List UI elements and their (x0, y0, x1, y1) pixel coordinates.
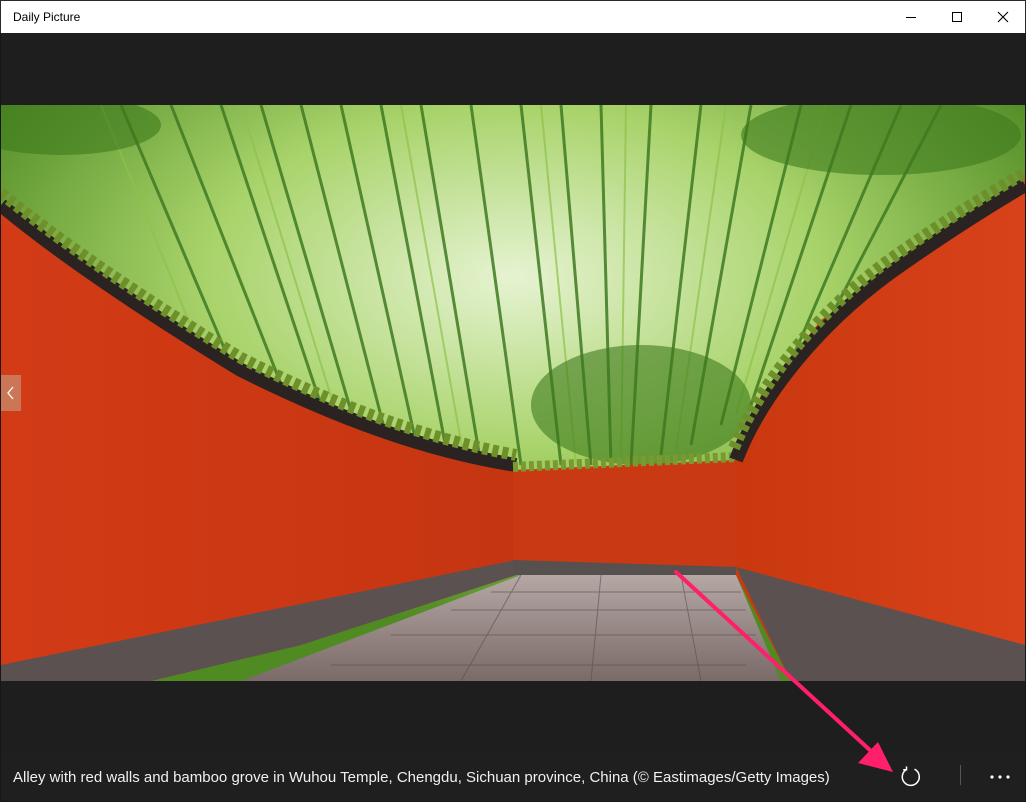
app-title: Daily Picture (13, 10, 81, 24)
maximize-icon (952, 12, 962, 22)
photo-image (1, 105, 1025, 681)
refresh-icon (901, 766, 921, 787)
refresh-button[interactable] (891, 761, 931, 793)
close-icon (997, 11, 1009, 23)
bottom-app-bar: Alley with red walls and bamboo grove in… (1, 753, 1025, 801)
close-button[interactable] (980, 1, 1026, 33)
previous-button[interactable] (1, 375, 21, 411)
toolbar-divider (960, 765, 961, 785)
daily-photo (1, 105, 1025, 681)
title-bar: Daily Picture (0, 0, 1026, 33)
minimize-button[interactable] (888, 1, 934, 33)
more-icon (990, 775, 1010, 779)
app-content: Alley with red walls and bamboo grove in… (1, 33, 1025, 801)
more-options-button[interactable] (979, 761, 1021, 793)
chevron-left-icon (7, 386, 14, 400)
maximize-button[interactable] (934, 1, 980, 33)
minimize-icon (906, 17, 916, 18)
photo-caption: Alley with red walls and bamboo grove in… (13, 769, 830, 786)
